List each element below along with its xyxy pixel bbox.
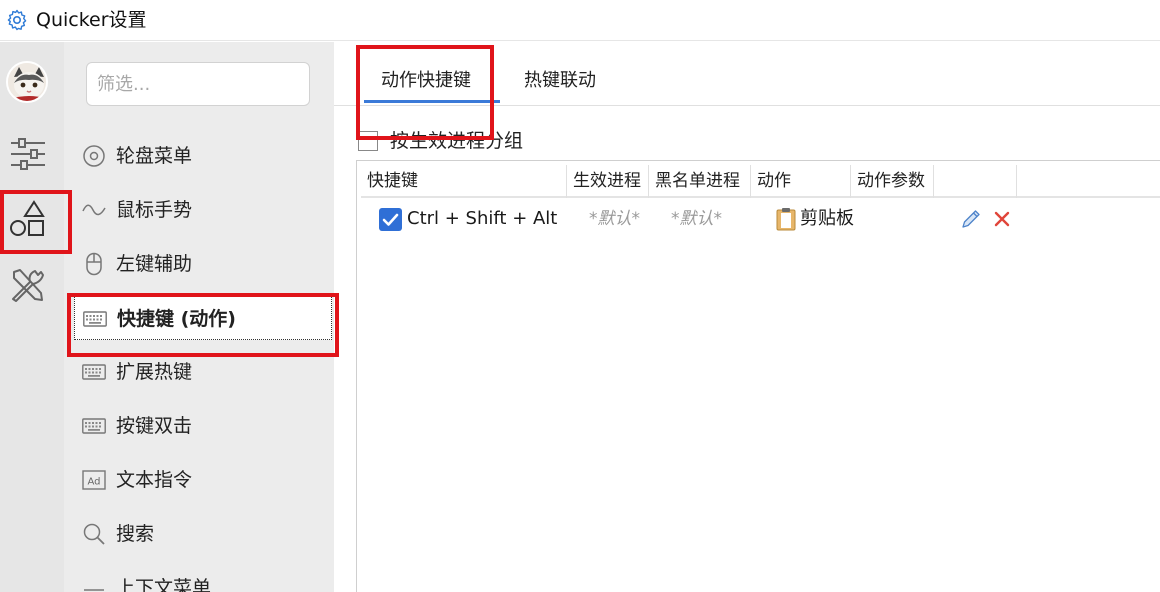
title-bar: Quicker设置	[0, 0, 1160, 41]
keyboard-icon	[82, 418, 106, 434]
ad-icon: Ad	[82, 470, 106, 490]
tab-bar: 动作快捷键 热键联动	[334, 42, 1160, 106]
gear-icon	[7, 9, 27, 31]
column-header-ops	[934, 165, 1017, 198]
table-row[interactable]: Ctrl + Shift + Alt + *默认* *默认* 剪贴板	[361, 199, 1160, 239]
sidebar-item-extended-hotkey[interactable]: 扩展热键	[74, 350, 332, 394]
column-header-action[interactable]: 动作	[751, 165, 851, 198]
sidebar-item-search[interactable]: 搜索	[74, 512, 332, 556]
process-value: *默认*	[589, 209, 640, 229]
sidebar-item-hotkey-action[interactable]: 快捷键 (动作)	[74, 296, 332, 340]
sidebar-item-label: 按键双击	[116, 415, 193, 437]
category-sidebar: 轮盘菜单 鼠标手势 左键辅助 快捷键 (动作) 扩展热键 按键双击 Ad 文本指…	[64, 42, 334, 592]
clipboard-icon	[776, 208, 796, 231]
avatar[interactable]	[6, 61, 48, 103]
sidebar-item-context-menu[interactable]: 上下文菜单	[74, 566, 332, 592]
tab-hotkey-link[interactable]: 热键联动	[524, 68, 596, 94]
active-tab-indicator	[364, 100, 500, 103]
filter-input[interactable]	[86, 62, 310, 106]
params-value	[855, 199, 935, 239]
keyboard-icon	[82, 364, 106, 380]
row-enabled-checkbox[interactable]	[379, 208, 402, 231]
group-by-process-label: 按生效进程分组	[390, 130, 524, 152]
edit-icon[interactable]	[960, 208, 982, 230]
keyboard-icon	[83, 311, 107, 327]
sidebar-item-key-double-click[interactable]: 按键双击	[74, 404, 332, 448]
sidebar-item-label: 扩展热键	[116, 361, 193, 383]
sidebar-item-label: 文本指令	[116, 469, 193, 491]
sidebar-item-label: 快捷键 (动作)	[117, 308, 236, 330]
column-header-hotkey[interactable]: 快捷键	[361, 165, 567, 198]
sidebar-item-left-click-assist[interactable]: 左键辅助	[74, 242, 332, 286]
radial-menu-icon	[83, 145, 105, 167]
sliders-icon[interactable]	[9, 134, 49, 174]
column-header-process[interactable]: 生效进程	[567, 165, 649, 198]
sidebar-item-label: 轮盘菜单	[116, 145, 193, 167]
group-by-process-checkbox[interactable]	[358, 131, 378, 151]
tab-action-hotkey[interactable]: 动作快捷键	[381, 68, 471, 94]
main-panel: 动作快捷键 热键联动 按生效进程分组 快捷键 生效进程 黑名单进程 动作 动作参…	[334, 42, 1160, 592]
search-icon	[83, 523, 105, 545]
sidebar-item-label: 上下文菜单	[116, 577, 212, 592]
sidebar-item-text-command[interactable]: Ad 文本指令	[74, 458, 332, 502]
hotkey-table: 快捷键 生效进程 黑名单进程 动作 动作参数 Ctrl + Shift + Al…	[356, 160, 1160, 592]
tools-icon[interactable]	[8, 266, 48, 306]
sidebar-item-label: 搜索	[116, 523, 155, 545]
sidebar-item-label: 鼠标手势	[116, 199, 193, 221]
wave-icon	[82, 204, 106, 216]
window-title: Quicker设置	[36, 9, 147, 31]
shapes-icon[interactable]	[8, 198, 48, 238]
column-header-params[interactable]: 动作参数	[851, 165, 934, 198]
menu-icon	[84, 589, 104, 591]
sidebar-item-radial-menu[interactable]: 轮盘菜单	[74, 134, 332, 178]
sidebar-item-mouse-gesture[interactable]: 鼠标手势	[74, 188, 332, 232]
blacklist-value: *默认*	[671, 209, 722, 229]
sidebar-item-label: 左键辅助	[116, 253, 193, 275]
hotkey-value: Ctrl + Shift + Alt +	[407, 208, 565, 229]
delete-icon[interactable]	[993, 210, 1011, 228]
table-header: 快捷键 生效进程 黑名单进程 动作 动作参数	[361, 165, 1160, 198]
mouse-icon	[86, 252, 102, 276]
icon-rail	[0, 42, 64, 592]
svg-text:Ad: Ad	[87, 477, 100, 488]
column-header-blacklist[interactable]: 黑名单进程	[649, 165, 751, 198]
